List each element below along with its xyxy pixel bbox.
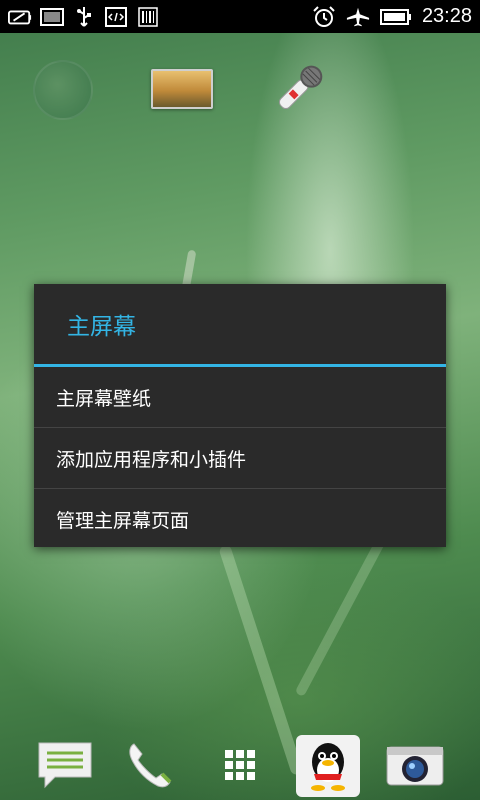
phone-icon[interactable] (117, 735, 181, 795)
qq-icon[interactable] (296, 735, 360, 797)
notification-icons (0, 6, 160, 28)
menu-item-add-apps-widgets[interactable]: 添加应用程序和小插件 (34, 428, 446, 489)
alarm-icon (312, 5, 336, 28)
home-screen-menu-dialog: 主屏幕 主屏幕壁纸 添加应用程序和小插件 管理主屏幕页面 (34, 284, 446, 547)
menu-item-manage-pages[interactable]: 管理主屏幕页面 (34, 489, 446, 549)
battery-icon (379, 6, 412, 28)
system-icons: 23:28 (312, 5, 480, 28)
screen-icon (40, 6, 64, 28)
status-bar: 23:28 (0, 0, 480, 33)
dialog-title: 主屏幕 (67, 314, 136, 340)
code-icon (104, 6, 128, 28)
battery-saver-icon (8, 6, 32, 28)
gallery-icon[interactable] (151, 69, 213, 109)
barcode-icon (136, 6, 160, 28)
app-drawer-icon[interactable] (208, 735, 272, 795)
camera-icon[interactable] (383, 735, 447, 795)
dock (0, 735, 480, 800)
globe-icon[interactable] (33, 60, 93, 120)
microphone-icon[interactable] (268, 58, 332, 118)
menu-item-wallpaper[interactable]: 主屏幕壁纸 (34, 367, 446, 428)
messages-icon[interactable] (33, 735, 97, 795)
usb-icon (72, 6, 96, 28)
clock-time: 23:28 (421, 5, 472, 27)
airplane-icon (346, 6, 370, 28)
